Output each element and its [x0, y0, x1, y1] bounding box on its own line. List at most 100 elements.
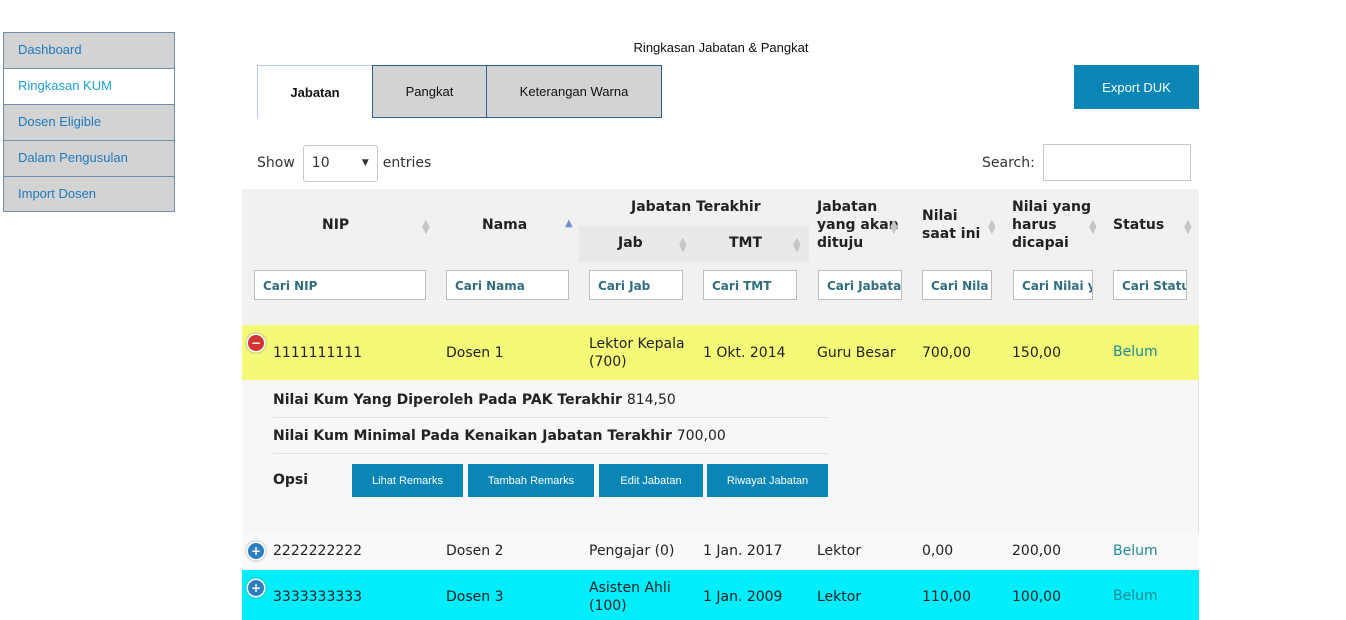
sidebar-item-dosen-eligible[interactable]: Dosen Eligible [3, 104, 175, 140]
tab-jabatan[interactable]: Jabatan [257, 65, 373, 118]
header-status[interactable]: Status [1113, 216, 1164, 234]
cell-status: Belum [1113, 543, 1158, 559]
table-row[interactable]: + 3333333333 Dosen 3 Asisten Ahli (100) … [242, 570, 1199, 620]
kum-pak-line: Nilai Kum Yang Diperoleh Pada PAK Terakh… [273, 392, 828, 418]
sidebar-item-dashboard[interactable]: Dashboard [3, 32, 175, 68]
header-nilai-line-1: Nilai [922, 208, 958, 224]
entries-select-value: 10 [311, 155, 330, 171]
kum-pak-label: Nilai Kum Yang Diperoleh Pada PAK Terakh… [273, 392, 622, 408]
sort-icon: ▲ ▼ [679, 236, 687, 254]
cell-jabatan-dituju: Guru Besar [817, 345, 896, 361]
filter-nilai-input[interactable]: Cari Nila [922, 270, 992, 300]
filter-nama-input[interactable]: Cari Nama [446, 270, 569, 300]
plus-circle-icon[interactable]: + [248, 543, 264, 559]
tab-bar: Jabatan Pangkat Keterangan Warna [257, 65, 662, 118]
cell-jab: Lektor Kepala (700) [589, 335, 685, 371]
lihat-remarks-button[interactable]: Lihat Remarks [352, 464, 463, 497]
header-nilai-harus-line-2: harus [1012, 217, 1057, 233]
table-row[interactable]: − 1111111111 Dosen 1 Lektor Kepala (700)… [242, 325, 1199, 380]
search-input[interactable] [1042, 144, 1191, 181]
kum-minimal-line: Nilai Kum Minimal Pada Kenaikan Jabatan … [273, 428, 828, 454]
search-control: Search: [982, 144, 1191, 181]
cell-nama: Dosen 1 [446, 345, 504, 361]
cell-jab: Asisten Ahli (100) [589, 579, 671, 615]
sidebar-item-ringkasan-kum[interactable]: Ringkasan KUM [3, 68, 175, 104]
header-jab[interactable]: Jab [618, 234, 643, 252]
header-nilai-line-2: saat ini [922, 226, 981, 242]
cell-nilai: 110,00 [922, 589, 971, 605]
filter-tmt-input[interactable]: Cari TMT [703, 270, 797, 300]
minus-circle-icon[interactable]: − [248, 335, 264, 351]
sort-icon: ▲ ▼ [1089, 218, 1097, 236]
show-label: Show [257, 155, 295, 171]
riwayat-jabatan-button[interactable]: Riwayat Jabatan [707, 464, 828, 497]
edit-jabatan-button[interactable]: Edit Jabatan [599, 464, 703, 497]
table-row[interactable]: + 2222222222 Dosen 2 Pengajar (0) 1 Jan.… [242, 533, 1199, 570]
cell-jab-line-2: (100) [589, 598, 627, 614]
header-jabatan-dituju-line-1: Jabatan [817, 199, 878, 215]
filter-nilai-harus-input[interactable]: Cari Nilai y [1013, 270, 1093, 300]
sort-icon: ▲ ▼ [422, 218, 430, 236]
tab-pangkat[interactable]: Pangkat [372, 65, 487, 118]
cell-nilai-harus: 150,00 [1012, 345, 1061, 361]
cell-jabatan-dituju: Lektor [817, 589, 862, 605]
header-nip[interactable]: NIP [322, 216, 349, 234]
entries-label: entries [382, 155, 432, 171]
cell-jabatan-dituju: Lektor [817, 543, 862, 559]
sort-icon: ▲ ▼ [793, 236, 801, 254]
cell-nip: 3333333333 [273, 589, 363, 605]
cell-tmt: 1 Okt. 2014 [703, 345, 786, 361]
cell-jab-line-1: Lektor Kepala [589, 336, 685, 352]
header-nama[interactable]: Nama [482, 216, 527, 234]
kum-pak-value: 814,50 [626, 392, 676, 408]
header-jabatan-terakhir: Jabatan Terakhir [631, 199, 761, 215]
sort-asc-icon: ▲ [565, 218, 573, 229]
cell-nama: Dosen 3 [446, 589, 504, 605]
header-jabatan-dituju-line-3: dituju [817, 235, 864, 251]
cell-nip: 1111111111 [273, 345, 363, 361]
cell-nilai-harus: 100,00 [1012, 589, 1061, 605]
cell-nilai-harus: 200,00 [1012, 543, 1061, 559]
search-label: Search: [982, 154, 1035, 171]
kum-minimal-label: Nilai Kum Minimal Pada Kenaikan Jabatan … [273, 428, 672, 444]
filter-status-input[interactable]: Cari Statu [1113, 270, 1187, 300]
cell-nilai: 700,00 [922, 345, 971, 361]
sidebar-item-import-dosen[interactable]: Import Dosen [3, 176, 175, 212]
cell-jab-line-1: Asisten Ahli [589, 580, 671, 596]
sidebar-item-dalam-pengusulan[interactable]: Dalam Pengusulan [3, 140, 175, 176]
caret-down-icon: ▼ [361, 158, 369, 168]
cell-jab-line-2: (700) [589, 354, 627, 370]
sort-icon: ▲ ▼ [988, 218, 996, 236]
plus-circle-icon[interactable]: + [248, 580, 264, 596]
opsi-label: Opsi [273, 472, 309, 488]
cell-status: Belum [1113, 588, 1158, 604]
header-nilai-harus[interactable]: Nilai yang harus dicapai [1012, 198, 1091, 252]
header-jabatan-dituju-line-2: yang akan [817, 217, 899, 233]
subheader-background [579, 226, 809, 262]
tab-keterangan-warna[interactable]: Keterangan Warna [486, 65, 662, 118]
filter-jab-input[interactable]: Cari Jab [589, 270, 683, 300]
kum-minimal-value: 700,00 [676, 428, 726, 444]
row-detail: Nilai Kum Yang Diperoleh Pada PAK Terakh… [242, 380, 1199, 533]
header-nilai-harus-line-1: Nilai yang [1012, 199, 1091, 215]
cell-tmt: 1 Jan. 2017 [703, 543, 783, 559]
sort-icon: ▲ ▼ [890, 218, 898, 236]
page-title: Ringkasan Jabatan & Pangkat [633, 40, 809, 55]
tambah-remarks-button[interactable]: Tambah Remarks [468, 464, 594, 497]
entries-select[interactable]: 10 ▼ [302, 144, 378, 182]
header-nilai-saat-ini[interactable]: Nilai saat ini [922, 207, 980, 243]
cell-nilai: 0,00 [922, 543, 954, 559]
cell-nip: 2222222222 [273, 543, 363, 559]
length-control: Show 10 ▼ entries [257, 144, 432, 182]
header-tmt[interactable]: TMT [729, 234, 762, 252]
filter-nip-input[interactable]: Cari NIP [254, 270, 426, 300]
sort-icon: ▲ ▼ [1184, 218, 1192, 236]
header-jabatan-dituju[interactable]: Jabatan yang akan dituju [817, 198, 899, 252]
sidebar: Dashboard Ringkasan KUM Dosen Eligible D… [3, 32, 175, 212]
cell-nama: Dosen 2 [446, 543, 504, 559]
filter-jabatan-dituju-input[interactable]: Cari Jabata [818, 270, 902, 300]
header-nilai-harus-line-3: dicapai [1012, 235, 1069, 251]
cell-status: Belum [1113, 344, 1158, 360]
export-duk-button[interactable]: Export DUK [1074, 65, 1199, 109]
cell-jab: Pengajar (0) [589, 543, 675, 559]
